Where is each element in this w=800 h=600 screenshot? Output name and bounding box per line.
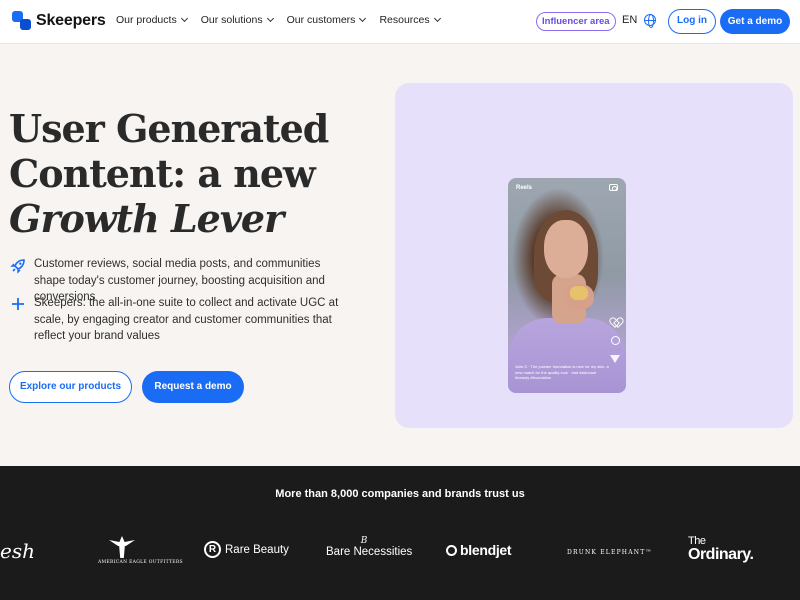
blendjet-mark-icon [446,544,457,556]
video-person-face [544,220,588,278]
login-button[interactable]: Log in [668,9,716,34]
logo-fresh: esh [0,539,35,563]
logo-american-eagle-text: AMERICAN EAGLE OUTFITTERS [98,560,183,565]
chevron-down-icon [180,14,188,23]
get-demo-button[interactable]: Get a demo [720,9,790,34]
logo-blendjet: blendjet [446,542,512,558]
logo-rare-beauty: R Rare Beauty [204,541,289,558]
logo-blendjet-text: blendjet [460,542,512,558]
comment-icon[interactable] [610,336,620,345]
globe-icon [644,14,657,28]
hero-title: User Generated Content: a new Growth Lev… [9,106,329,241]
hero-title-line3: Growth Lever [9,196,284,241]
logo-the-ordinary-text: Ordinary. [688,546,754,563]
reel-caption: Julie.S · The powder foundation is nice … [515,364,609,380]
skeepers-logo-icon [12,11,31,30]
bare-necessities-mark: B [360,536,368,546]
chevron-down-icon [433,14,441,23]
logo-bare-necessities-text: Bare Necessities [326,546,413,558]
language-selector[interactable]: EN [622,14,657,28]
video-product-jar [570,286,588,300]
menu-our-customers[interactable]: Our customers [286,14,367,26]
menu-label: Our solutions [200,14,263,26]
phone-video-preview[interactable]: Reels Julie.S · The powder foundation is… [508,178,626,393]
brand-name: Skeepers [36,11,106,29]
language-label: EN [622,14,638,26]
menu-resources[interactable]: Resources [379,14,441,26]
video-person-shirt [508,318,626,393]
hero-title-line1: User Generated [9,106,329,151]
hero-title-line2: Content: a new [9,151,316,196]
trust-title: More than 8,000 companies and brands tru… [275,488,525,500]
hero-bullet-suite: Skeepers: the all-in-one suite to collec… [9,295,349,345]
reel-actions [610,318,620,363]
camera-icon[interactable] [609,184,618,191]
eagle-icon [109,532,135,558]
heart-icon[interactable] [611,318,620,326]
logo-the-ordinary: The Ordinary. [688,536,754,563]
chevron-down-icon [359,14,367,23]
top-nav: Skeepers Our products Our solutions Our … [0,0,800,44]
skeepers-logo[interactable]: Skeepers [12,11,106,30]
menu-our-solutions[interactable]: Our solutions [200,14,274,26]
share-icon[interactable] [610,355,620,363]
rare-beauty-mark-icon: R [204,541,221,558]
hero-bullet-text: Skeepers: the all-in-one suite to collec… [34,297,339,342]
menu-our-products[interactable]: Our products [116,14,188,26]
plus-icon [9,295,26,345]
logo-rare-beauty-text: Rare Beauty [225,543,289,556]
menu-label: Resources [379,14,430,26]
chevron-down-icon [266,14,274,23]
menu-label: Our products [116,14,177,26]
logo-american-eagle: AMERICAN EAGLE OUTFITTERS [98,532,183,565]
request-demo-button[interactable]: Request a demo [142,371,244,403]
influencer-area-button[interactable]: Influencer area [536,12,616,31]
logo-bare-necessities: B Bare Necessities [326,536,412,558]
logo-drunk-elephant: DRUNK ELEPHANT™ [567,549,653,556]
main-menu: Our products Our solutions Our customers… [116,14,441,26]
menu-label: Our customers [286,14,356,26]
explore-products-button[interactable]: Explore our products [9,371,132,403]
reels-label: Reels [516,185,533,191]
